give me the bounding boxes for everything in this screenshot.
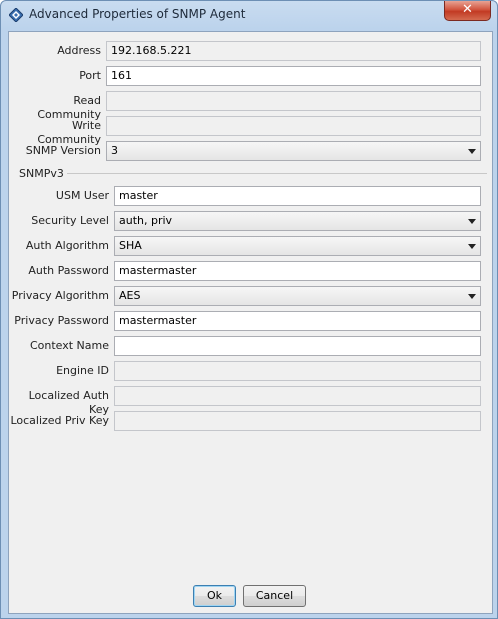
auth-algorithm-dropdown[interactable]: SHA	[114, 236, 481, 256]
address-field: 192.168.5.221	[106, 41, 481, 61]
security-level-label: Security Level	[31, 214, 109, 227]
chevron-down-icon	[468, 219, 476, 224]
app-diamond-icon	[9, 8, 23, 22]
usm-user-label: USM User	[55, 189, 109, 202]
cancel-button[interactable]: Cancel	[243, 585, 306, 607]
engine-id-field	[114, 361, 481, 381]
auth-algorithm-label: Auth Algorithm	[25, 239, 109, 252]
title-bar[interactable]: Advanced Properties of SNMP Agent ✕	[1, 1, 497, 29]
section-divider	[67, 173, 487, 174]
localized-auth-key-label: Localized Auth Key	[28, 389, 109, 416]
security-level-value: auth, priv	[119, 214, 173, 227]
context-name-field[interactable]	[114, 336, 481, 356]
usm-user-field[interactable]: master	[114, 186, 481, 206]
write-community-field	[106, 116, 481, 136]
chevron-down-icon	[468, 244, 476, 249]
auth-algorithm-value: SHA	[119, 239, 142, 252]
read-community-label: Read Community	[37, 94, 101, 121]
engine-id-label: Engine ID	[56, 364, 109, 377]
address-label: Address	[57, 44, 101, 57]
write-community-label: Write Community	[37, 119, 101, 146]
privacy-algorithm-value: AES	[119, 289, 141, 302]
read-community-field	[106, 91, 481, 111]
dialog-window: Advanced Properties of SNMP Agent ✕ Addr…	[0, 0, 498, 619]
auth-password-field[interactable]: mastermaster	[114, 261, 481, 281]
chevron-down-icon	[468, 294, 476, 299]
port-field[interactable]: 161	[106, 66, 481, 86]
security-level-dropdown[interactable]: auth, priv	[114, 211, 481, 231]
localized-priv-key-label: Localized Priv Key	[10, 414, 109, 427]
ok-button[interactable]: Ok	[193, 585, 236, 607]
close-icon: ✕	[462, 2, 473, 17]
snmpv3-section-label: SNMPv3	[19, 167, 64, 180]
close-button[interactable]: ✕	[444, 1, 491, 21]
chevron-down-icon	[468, 149, 476, 154]
port-label: Port	[79, 69, 101, 82]
dialog-content: Address 192.168.5.221 Port 161 Read Comm…	[8, 31, 493, 614]
localized-auth-key-field	[114, 386, 481, 406]
snmp-version-label: SNMP Version	[25, 144, 101, 157]
snmp-version-dropdown[interactable]: 3	[106, 141, 481, 161]
privacy-algorithm-dropdown[interactable]: AES	[114, 286, 481, 306]
privacy-password-field[interactable]: mastermaster	[114, 311, 481, 331]
localized-priv-key-field	[114, 411, 481, 431]
context-name-label: Context Name	[29, 339, 109, 352]
window-title: Advanced Properties of SNMP Agent	[29, 7, 246, 21]
snmp-version-value: 3	[111, 144, 118, 157]
auth-password-label: Auth Password	[28, 264, 109, 277]
privacy-password-label: Privacy Password	[14, 314, 109, 327]
privacy-algorithm-label: Privacy Algorithm	[11, 289, 109, 302]
